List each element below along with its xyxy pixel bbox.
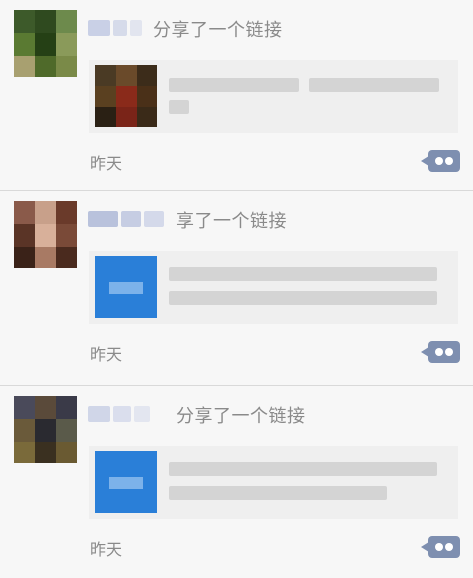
link-thumbnail — [95, 65, 157, 127]
avatar[interactable] — [14, 10, 77, 77]
post-time: 昨天 — [90, 154, 123, 173]
avatar[interactable] — [14, 396, 77, 463]
post-time: 昨天 — [90, 345, 123, 364]
moment-item: 分享了一个链接 昨天 — [0, 385, 473, 578]
share-action-text: 享了一个链接 — [176, 211, 287, 232]
post-time: 昨天 — [90, 540, 123, 559]
link-icon — [95, 451, 157, 513]
moments-feed: 分享了一个链接 昨天 享了一个链接 昨天 分享了一个链接 昨天 — [0, 0, 473, 578]
comment-bubble-icon[interactable] — [421, 536, 460, 558]
share-action-text: 分享了一个链接 — [153, 20, 283, 41]
link-title-redacted — [169, 70, 451, 126]
comment-bubble-icon[interactable] — [421, 150, 460, 172]
user-nickname[interactable] — [88, 404, 150, 424]
share-action-text: 分享了一个链接 — [176, 406, 306, 427]
moment-item: 分享了一个链接 昨天 — [0, 0, 473, 190]
link-title-redacted — [169, 261, 451, 317]
link-icon — [95, 256, 157, 318]
shared-link-card[interactable] — [89, 446, 458, 519]
link-title-redacted — [169, 456, 451, 512]
avatar[interactable] — [14, 201, 77, 268]
shared-link-card[interactable] — [89, 60, 458, 133]
moment-item: 享了一个链接 昨天 — [0, 190, 473, 385]
user-nickname[interactable] — [88, 18, 142, 38]
user-nickname[interactable] — [88, 209, 164, 229]
comment-bubble-icon[interactable] — [421, 341, 460, 363]
shared-link-card[interactable] — [89, 251, 458, 324]
